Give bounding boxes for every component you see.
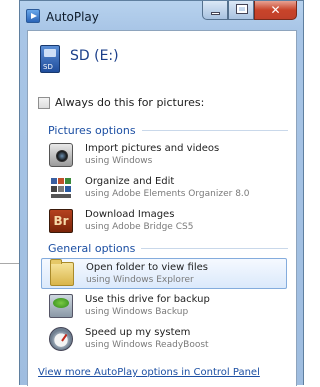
general-options-label: General options [48, 242, 136, 255]
option-subtitle: using Windows Backup [85, 307, 189, 317]
option-subtitle: using Windows Explorer [86, 275, 194, 285]
always-do-this-checkbox[interactable] [38, 96, 50, 109]
device-name: SD (E:) [70, 48, 119, 64]
option-open-folder[interactable]: Open folder to view files using Windows … [41, 258, 287, 289]
minimize-button[interactable] [202, 1, 228, 20]
always-do-this-label: Always do this for pictures: [55, 96, 205, 109]
option-title: Use this drive for backup [85, 294, 210, 305]
minimize-icon [211, 12, 220, 15]
option-title: Organize and Edit [85, 176, 175, 187]
close-icon: ✕ [270, 3, 281, 17]
control-panel-link[interactable]: View more AutoPlay options in Control Pa… [38, 367, 260, 378]
autoplay-icon [26, 9, 40, 23]
organizer-icon [49, 176, 73, 200]
option-backup-drive[interactable]: Use this drive for backup using Windows … [41, 291, 287, 322]
maximize-button[interactable] [228, 1, 254, 20]
option-subtitle: using Windows ReadyBoost [85, 340, 209, 350]
option-organize-edit[interactable]: Organize and Edit using Adobe Elements O… [41, 173, 287, 204]
option-title: Import pictures and videos [85, 143, 220, 154]
general-options-header: General options [48, 242, 288, 255]
option-download-images[interactable]: Br Download Images using Adobe Bridge CS… [41, 206, 287, 237]
pictures-options-label: Pictures options [48, 124, 136, 137]
option-subtitle: using Adobe Elements Organizer 8.0 [85, 189, 250, 199]
camera-icon [49, 143, 73, 167]
option-speed-up[interactable]: Speed up my system using Windows ReadyBo… [41, 324, 287, 355]
option-import-pictures[interactable]: Import pictures and videos using Windows [41, 140, 287, 171]
title-bar[interactable]: AutoPlay ✕ [20, 1, 303, 29]
option-title: Download Images [85, 209, 175, 220]
close-button[interactable]: ✕ [254, 1, 297, 20]
maximize-icon [236, 4, 248, 14]
autoplay-content: SD (E:) Always do this for pictures: Pic… [27, 30, 297, 386]
pictures-options-header: Pictures options [48, 124, 288, 137]
speedometer-icon [49, 327, 73, 351]
folder-icon [50, 259, 74, 286]
option-subtitle: using Windows [85, 156, 153, 166]
caption-buttons: ✕ [202, 1, 297, 21]
always-do-this-row[interactable]: Always do this for pictures: [38, 96, 204, 109]
bridge-icon: Br [49, 209, 73, 233]
option-title: Speed up my system [85, 327, 191, 338]
section-divider [141, 130, 288, 131]
window-title: AutoPlay [46, 10, 99, 24]
sd-card-icon [40, 45, 60, 73]
autoplay-window: AutoPlay ✕ SD (E:) Always do this for pi… [19, 0, 304, 386]
backup-icon [49, 294, 73, 318]
section-divider [141, 248, 288, 249]
option-title: Open folder to view files [86, 262, 208, 273]
option-subtitle: using Adobe Bridge CS5 [85, 222, 194, 232]
